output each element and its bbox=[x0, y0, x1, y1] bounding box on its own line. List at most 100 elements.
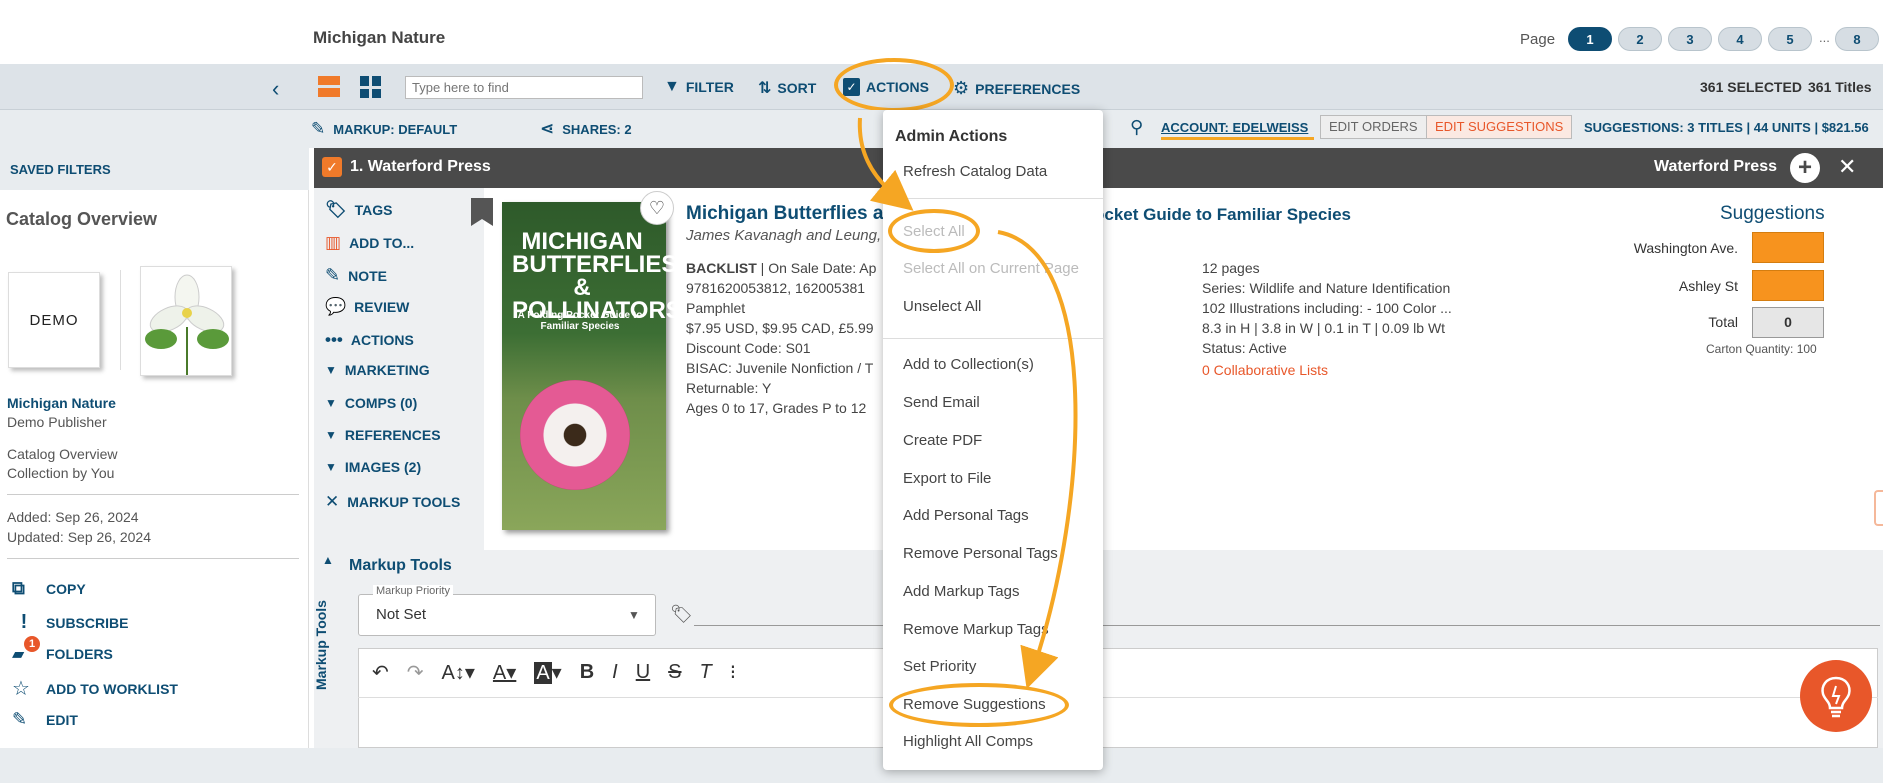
titles-count: 361 Titles bbox=[1808, 79, 1872, 95]
copy-button[interactable]: ⧉ COPY bbox=[12, 578, 86, 599]
catalog-name-link[interactable]: Michigan Nature bbox=[7, 395, 116, 411]
marketing-toggle[interactable]: ▼ MARKETING bbox=[325, 362, 430, 378]
lightbulb-help-icon[interactable] bbox=[1800, 660, 1872, 732]
subscribe-button[interactable]: ! SUBSCRIBE bbox=[12, 611, 129, 634]
annotation-ring-actions bbox=[834, 58, 954, 112]
comps-toggle[interactable]: ▼ COMPS (0) bbox=[325, 395, 417, 411]
chevron-left-icon[interactable]: ‹ bbox=[272, 76, 279, 102]
bullet-list-icon[interactable]: ⁝ bbox=[730, 660, 736, 685]
publisher-heading: Waterford Press bbox=[1654, 158, 1777, 175]
list-view-icon[interactable] bbox=[318, 76, 340, 98]
account-link[interactable]: ACCOUNT: EDELWEISS bbox=[1161, 120, 1308, 135]
redo-icon[interactable]: ↷ bbox=[407, 660, 424, 685]
suggestion-input-washington[interactable] bbox=[1752, 232, 1824, 263]
book-title[interactable]: Michigan Butterflies a bbox=[686, 203, 883, 225]
menu-divider bbox=[883, 198, 1103, 199]
edit-suggestions-button[interactable]: EDIT SUGGESTIONS bbox=[1426, 115, 1573, 139]
book-dimensions: 8.3 in H | 3.8 in W | 0.1 in T | 0.09 lb… bbox=[1202, 320, 1446, 336]
tag-icon: 🏷 bbox=[670, 604, 693, 624]
menu-unselect-all[interactable]: Unselect All bbox=[903, 298, 981, 315]
markup-tools-button[interactable]: ✕ MARKUP TOOLS bbox=[325, 492, 460, 512]
added-date: Added: Sep 26, 2024 bbox=[7, 509, 139, 525]
tags-button[interactable]: 🏷 TAGS bbox=[325, 200, 392, 220]
suggestion-label-ashley: Ashley St bbox=[1678, 278, 1738, 294]
heart-icon[interactable]: ♡ bbox=[640, 191, 674, 225]
menu-select-all-current-page[interactable]: Select All on Current Page bbox=[903, 260, 1079, 277]
menu-add-markup-tags[interactable]: Add Markup Tags bbox=[903, 583, 1019, 600]
filter-button[interactable]: ▼ FILTER bbox=[664, 78, 734, 96]
collaborative-lists-link[interactable]: 0 Collaborative Lists bbox=[1202, 362, 1328, 378]
page-1-button[interactable]: 1 bbox=[1568, 27, 1612, 51]
menu-add-to-collections[interactable]: Add to Collection(s) bbox=[903, 356, 1034, 373]
menu-refresh-catalog-data[interactable]: Refresh Catalog Data bbox=[903, 163, 1047, 180]
books-icon: ▥ bbox=[325, 233, 342, 252]
menu-create-pdf[interactable]: Create PDF bbox=[903, 432, 982, 449]
grid-view-icon[interactable] bbox=[360, 76, 382, 98]
note-button[interactable]: ✎ NOTE bbox=[325, 265, 387, 286]
selected-count: 361 SELECTED bbox=[1700, 79, 1802, 95]
images-toggle[interactable]: ▼ IMAGES (2) bbox=[325, 459, 421, 475]
logo-divider bbox=[120, 270, 121, 370]
strikethrough-icon[interactable]: S bbox=[668, 661, 681, 684]
font-color-icon[interactable]: A▾ bbox=[493, 660, 516, 685]
book-format: Pamphlet bbox=[686, 300, 746, 316]
tag-input-line[interactable] bbox=[694, 625, 1880, 626]
annotation-underline-account bbox=[1161, 137, 1314, 140]
menu-send-email[interactable]: Send Email bbox=[903, 394, 980, 411]
menu-remove-markup-tags[interactable]: Remove Markup Tags bbox=[903, 621, 1049, 638]
undo-icon[interactable]: ↶ bbox=[372, 660, 389, 685]
book-series: Series: Wildlife and Nature Identificati… bbox=[1202, 280, 1451, 296]
menu-export-to-file[interactable]: Export to File bbox=[903, 470, 991, 487]
page-4-button[interactable]: 4 bbox=[1718, 27, 1762, 51]
actions-side-button[interactable]: ••• ACTIONS bbox=[325, 330, 414, 350]
shares-button[interactable]: ⋖ SHARES: 2 bbox=[540, 119, 632, 139]
page-3-button[interactable]: 3 bbox=[1668, 27, 1712, 51]
review-button[interactable]: 💬 REVIEW bbox=[325, 297, 409, 317]
copy-icon: ⧉ bbox=[12, 578, 25, 598]
cover-flower-image bbox=[520, 380, 630, 490]
menu-add-personal-tags[interactable]: Add Personal Tags bbox=[903, 507, 1029, 524]
italic-icon[interactable]: I bbox=[612, 661, 618, 684]
page-8-button[interactable]: 8 bbox=[1835, 27, 1879, 51]
menu-highlight-all-comps[interactable]: Highlight All Comps bbox=[903, 733, 1033, 750]
menu-set-priority[interactable]: Set Priority bbox=[903, 658, 976, 675]
filter-icon: ▼ bbox=[664, 78, 680, 95]
title-heading: 1. Waterford Press bbox=[350, 158, 491, 175]
add-to-button[interactable]: ▥ ADD TO... bbox=[325, 233, 414, 253]
menu-header: Admin Actions bbox=[895, 128, 1008, 145]
add-to-worklist-button[interactable]: ☆ ADD TO WORKLIST bbox=[12, 676, 178, 701]
markup-button[interactable]: ✎ MARKUP: DEFAULT bbox=[311, 119, 457, 139]
caret-down-icon: ▼ bbox=[628, 608, 640, 622]
menu-remove-personal-tags[interactable]: Remove Personal Tags bbox=[903, 545, 1058, 562]
bold-icon[interactable]: B bbox=[580, 661, 594, 684]
add-circle-icon[interactable]: + bbox=[1790, 153, 1820, 183]
side-tab[interactable] bbox=[1874, 490, 1883, 526]
references-toggle[interactable]: ▼ REFERENCES bbox=[325, 427, 441, 443]
cover-subtitle: A Folding Pocket Guide to Familiar Speci… bbox=[517, 310, 643, 332]
folders-button[interactable]: ▰ 1 FOLDERS bbox=[12, 636, 113, 664]
font-size-icon[interactable]: A↕▾ bbox=[442, 660, 475, 685]
preferences-button[interactable]: ⚙ PREFERENCES bbox=[953, 78, 1080, 99]
suggestions-title: Suggestions bbox=[1720, 203, 1825, 224]
book-bisac: BISAC: Juvenile Nonfiction / T bbox=[686, 360, 874, 376]
collapse-up-icon[interactable]: ▲ bbox=[322, 553, 334, 567]
highlight-color-icon[interactable]: A ▾ bbox=[534, 660, 562, 685]
clear-format-icon[interactable]: T bbox=[700, 661, 712, 684]
triangle-down-icon: ▼ bbox=[325, 428, 337, 442]
edit-orders-button[interactable]: EDIT ORDERS bbox=[1320, 115, 1427, 139]
sort-button[interactable]: ⇅ SORT bbox=[758, 78, 816, 98]
book-title-end[interactable]: ocket Guide to Familiar Species bbox=[1094, 205, 1351, 225]
tools-icon[interactable]: ✕ bbox=[1838, 154, 1856, 180]
page-2-button[interactable]: 2 bbox=[1618, 27, 1662, 51]
saved-filters-link[interactable]: SAVED FILTERS bbox=[10, 162, 111, 177]
book-status: BACKLIST | On Sale Date: Ap bbox=[686, 260, 877, 276]
publisher-name: Demo Publisher bbox=[7, 414, 107, 430]
page-5-button[interactable]: 5 bbox=[1768, 27, 1812, 51]
title-checkbox[interactable]: ✓ bbox=[322, 157, 342, 177]
edit-button[interactable]: ✎ EDIT bbox=[12, 709, 78, 730]
search-input[interactable] bbox=[405, 76, 643, 99]
suggestion-input-ashley[interactable] bbox=[1752, 270, 1824, 301]
trillium-image bbox=[140, 266, 232, 376]
underline-icon[interactable]: U bbox=[636, 661, 650, 684]
markup-priority-legend: Markup Priority bbox=[373, 585, 453, 597]
